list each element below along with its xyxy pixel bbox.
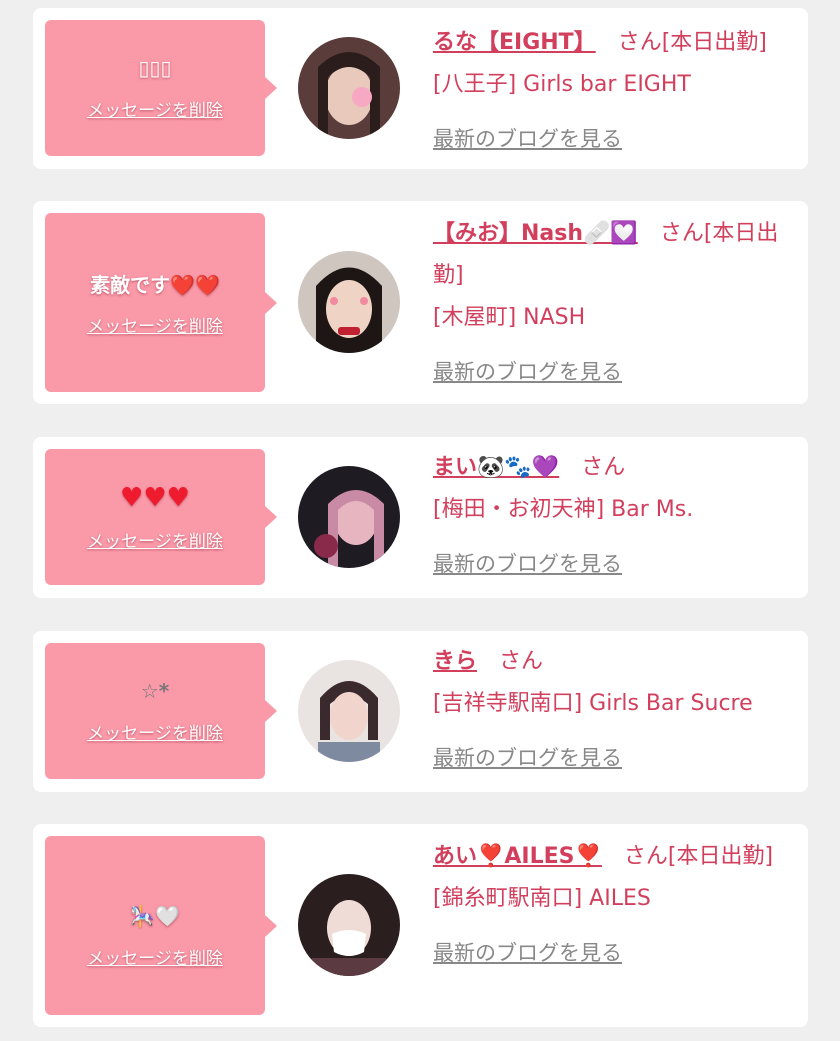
delete-message-link[interactable]: メッセージを削除 (87, 527, 223, 552)
name-suffix: さん[本日出勤] (623, 844, 774, 869)
latest-blog-link[interactable]: 最新のブログを見る (433, 351, 798, 393)
message-text: ☆* (140, 678, 170, 703)
message-bubble: 🎠🤍 メッセージを削除 (45, 836, 265, 1015)
avatar[interactable] (298, 466, 400, 568)
avatar[interactable] (298, 874, 400, 976)
avatar[interactable] (298, 660, 400, 762)
girl-name-link[interactable]: るな【EIGHT】 (433, 30, 596, 55)
shop-label: [梅田・お初天神] Bar Ms. (433, 497, 694, 522)
message-bubble: ▯▯▯ メッセージを削除 (45, 20, 265, 156)
message-text: 素敵です❤️❤️ (90, 272, 220, 297)
message-text: 🎠🤍 (130, 904, 180, 928)
shop-label: [吉祥寺駅南口] Girls Bar Sucre (433, 691, 753, 716)
girl-name-link[interactable]: 【みお】Nash🩹💟 (433, 221, 638, 246)
girl-name-link[interactable]: あい❣️AILES❣️ (433, 844, 602, 869)
delete-message-link[interactable]: メッセージを削除 (87, 96, 223, 121)
message-bubble: ☆* メッセージを削除 (45, 643, 265, 779)
latest-blog-link[interactable]: 最新のブログを見る (433, 737, 798, 779)
favorite-card: ☆* メッセージを削除 きら さん [吉祥寺駅南口] Girls Bar Sucr… (33, 631, 808, 792)
favorite-card: ♥♥♥ メッセージを削除 まい🐼🐾💜 さん [梅田・お初天神] Bar Ms. 最… (33, 437, 808, 598)
delete-message-link[interactable]: メッセージを削除 (87, 312, 223, 337)
message-bubble: 素敵です❤️❤️ メッセージを削除 (45, 213, 265, 392)
name-suffix: さん (499, 649, 544, 674)
latest-blog-link[interactable]: 最新のブログを見る (433, 932, 798, 974)
message-bubble: ♥♥♥ メッセージを削除 (45, 449, 265, 585)
favorite-card: ▯▯▯ メッセージを削除 るな【EIGHT】 さん[本日出勤] [八王子] Gir… (33, 8, 808, 169)
delete-message-link[interactable]: メッセージを削除 (87, 719, 223, 744)
latest-blog-link[interactable]: 最新のブログを見る (433, 543, 798, 585)
avatar[interactable] (298, 251, 400, 353)
avatar[interactable] (298, 37, 400, 139)
shop-label: [木屋町] NASH (433, 305, 586, 330)
message-text: ▯▯▯ (138, 55, 172, 80)
shop-label: [錦糸町駅南口] AILES (433, 886, 651, 911)
favorite-card: 🎠🤍 メッセージを削除 あい❣️AILES❣️ さん[本日出勤] [錦糸町駅南口]… (33, 824, 808, 1027)
name-suffix: さん[本日出勤] (617, 30, 767, 55)
girl-name-link[interactable]: まい🐼🐾💜 (433, 455, 559, 480)
latest-blog-link[interactable]: 最新のブログを見る (433, 118, 798, 160)
delete-message-link[interactable]: メッセージを削除 (87, 944, 223, 969)
shop-label: [八王子] Girls bar EIGHT (433, 72, 691, 97)
favorite-card: 素敵です❤️❤️ メッセージを削除 【みお】Nash🩹💟 さん[本日出勤] [木屋… (33, 201, 808, 404)
message-text: ♥♥♥ (120, 482, 190, 513)
girl-name-link[interactable]: きら (433, 649, 477, 674)
name-suffix: さん (581, 455, 626, 480)
